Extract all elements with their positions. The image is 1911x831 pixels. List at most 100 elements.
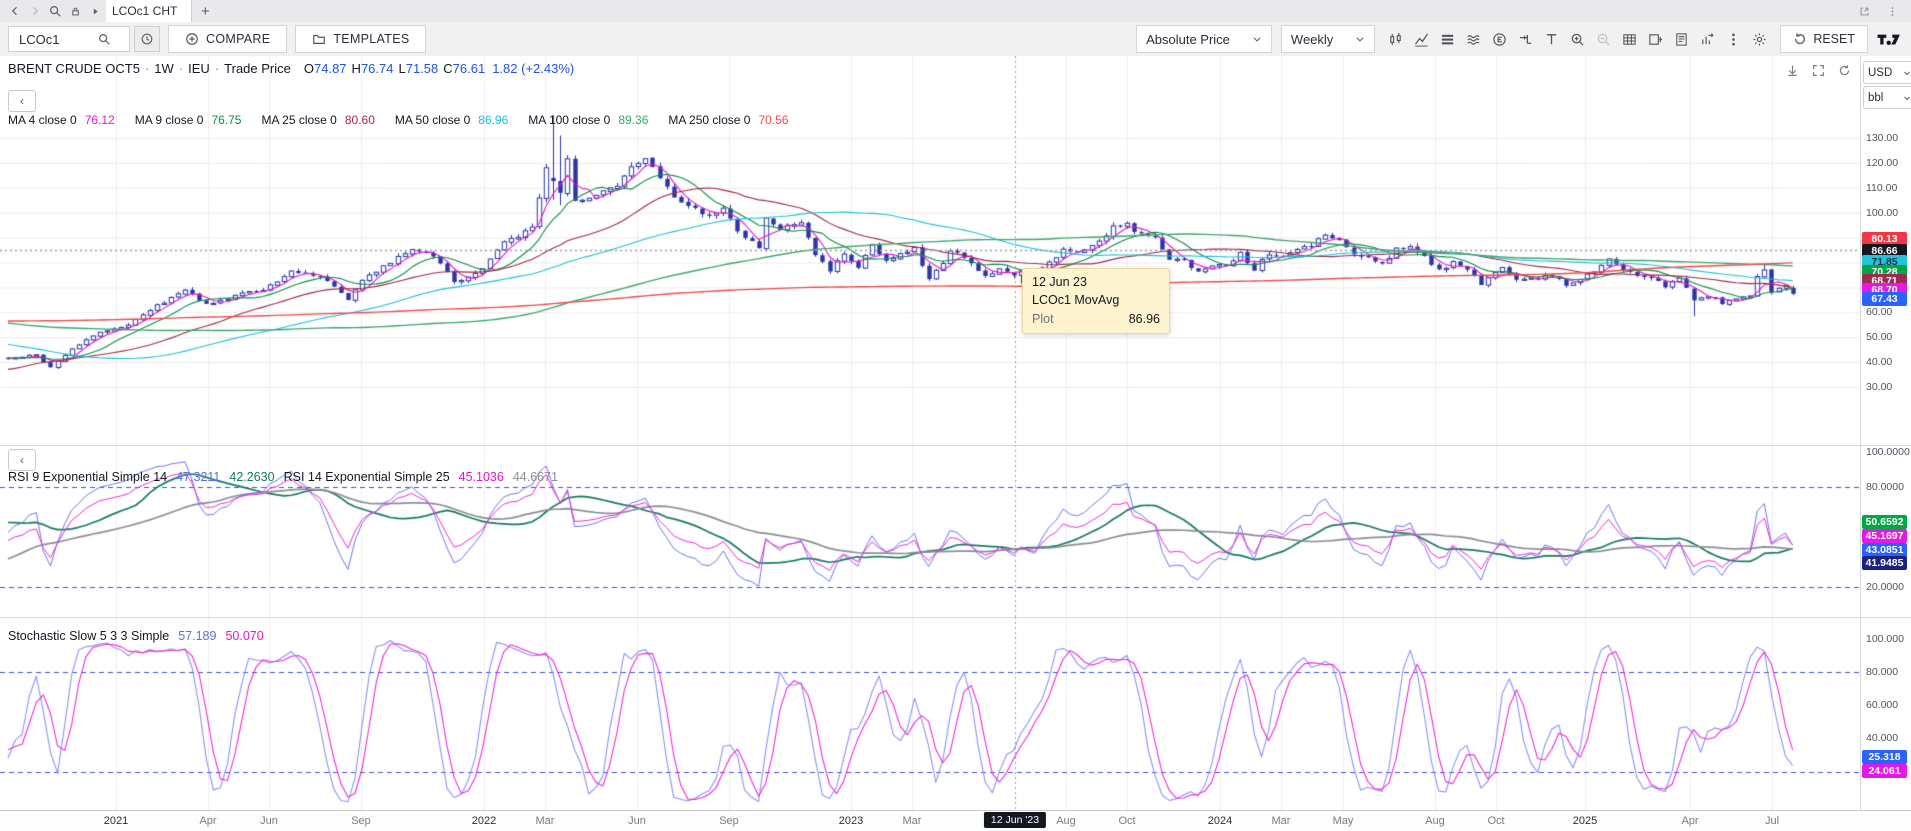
plus-circle-icon [185,32,199,46]
forward-icon[interactable] [26,2,44,20]
reset-icon [1793,32,1807,46]
back-icon[interactable] [6,2,24,20]
collapse-main-legend-button[interactable]: ‹ [8,90,36,112]
compare-label: COMPARE [206,32,270,46]
ma-legend-item[interactable]: MA 100 close 089.36 [528,113,648,127]
templates-button[interactable]: TEMPLATES [295,25,426,53]
axis-label: 60.000 [1866,699,1908,711]
axis-label: 100.0000 [1866,446,1908,458]
more-icon[interactable] [1883,2,1901,20]
collapse-rsi-legend-button[interactable]: ‹ [8,449,36,471]
time-tick-month: Aug [1056,815,1076,827]
ma-value: 76.12 [85,113,115,127]
search-icon[interactable] [46,2,64,20]
compare-layers-icon[interactable] [1436,27,1459,51]
chevron-down-icon [1252,34,1262,44]
time-tick-month: Apr [1681,815,1698,827]
more-options-icon[interactable] [1722,27,1745,51]
ma-legend-item[interactable]: MA 9 close 0 76.75 [135,113,242,127]
axis-label: 120.00 [1866,157,1908,169]
add-panel-icon[interactable] [1644,27,1667,51]
axis-price-badge: 24.061 [1862,764,1907,778]
toolbar-right: Absolute Price Weekly RESET [1136,25,1911,53]
axis-label: 100.00 [1866,207,1908,219]
ma-label: MA 9 close 0 [135,113,204,127]
symbol-search-box[interactable] [8,26,130,52]
time-tick-year: 2024 [1208,815,1232,827]
axis-label: 80.0000 [1866,481,1908,493]
refresh-icon[interactable] [1834,60,1854,80]
ma-legend-item[interactable]: MA 4 close 0 76.12 [8,113,115,127]
indicator-legend-part: 44.6671 [513,470,558,484]
legend-field: Trade Price [224,61,291,76]
maximize-icon[interactable] [1808,60,1828,80]
lock-icon[interactable] [66,2,84,20]
ma-legend-item[interactable]: MA 250 close 070.56 [668,113,788,127]
price-mode-select[interactable]: Absolute Price [1136,25,1272,53]
compare-button[interactable]: COMPARE [168,25,287,53]
toolbar-left: COMPARE TEMPLATES [0,25,426,53]
time-tick-month: Aug [1425,815,1445,827]
quantity-unit-value: bbl [1868,92,1883,104]
ma-label: MA 100 close 0 [528,113,610,127]
indicators-icon[interactable] [1410,27,1433,51]
zoom-in-icon[interactable] [1566,27,1589,51]
scroll-to-latest-icon[interactable] [1782,60,1802,80]
time-axis[interactable]: 2021AprJunSep2022MarJunSep2023MarAugOct2… [0,810,1911,831]
chart-type-candles-icon[interactable] [1384,27,1407,51]
indicator-legend-part: 45.1036 [459,470,504,484]
reset-button[interactable]: RESET [1780,25,1868,53]
tradingview-logo [1877,32,1905,46]
news-icon[interactable] [1670,27,1693,51]
ma-value: 76.75 [211,113,241,127]
symbol-legend: BRENT CRUDE OCT5 · 1W · IEU · Trade Pric… [8,61,574,76]
chart-toolbar: COMPARE TEMPLATES Absolute Price Weekly … [0,22,1911,57]
interval-select[interactable]: Weekly [1281,25,1375,53]
quantity-unit-select[interactable]: bbl [1863,86,1911,109]
new-tab-button[interactable]: + [192,0,218,22]
currency-unit-select[interactable]: USD [1863,61,1911,84]
text-annotation-icon[interactable] [1540,27,1563,51]
axis-label: 20.0000 [1866,581,1908,593]
tooltip-plot-value: 86.96 [1129,312,1160,326]
caret-right-icon[interactable] [86,2,104,20]
crosshair-tooltip: 12 Jun 23 LCOc1 MovAvg Plot 86.96 [1022,268,1170,334]
table-view-icon[interactable] [1618,27,1641,51]
panel-separator[interactable] [0,617,1911,618]
time-tick-month: Jun [260,815,278,827]
ma-legend-item[interactable]: MA 25 close 080.60 [261,113,374,127]
tab-lcoc1-cht[interactable]: LCOc1 CHT [106,0,192,22]
indicator-legend-part: 50.070 [225,629,263,643]
time-tick-year: 2021 [104,815,128,827]
indicator-legend-part: RSI 14 Exponential Simple 25 [284,470,450,484]
symbol-title[interactable]: BRENT CRUDE OCT5 [8,61,140,76]
settings-icon[interactable] [1748,27,1771,51]
ma-value: 70.56 [758,113,788,127]
export-chart-icon[interactable] [1696,27,1719,51]
axis-separator [1860,56,1861,831]
time-tick-month: Mar [903,815,922,827]
history-clock-button[interactable] [134,26,160,52]
ohlc-close: C76.61 [443,61,485,76]
stoch-panel-canvas[interactable] [0,617,1860,810]
price-axis[interactable]: USD bbl 130.00120.00110.00100.0060.0050.… [1861,56,1911,831]
panel-separator[interactable] [0,445,1911,446]
symbol-input[interactable] [17,31,97,48]
popout-icon[interactable] [1855,2,1873,20]
price-mode-value: Absolute Price [1146,32,1230,47]
chart-quick-actions [1782,60,1854,80]
overlays-waves-icon[interactable] [1462,27,1485,51]
zoom-out-icon[interactable] [1592,27,1615,51]
chart-area: BRENT CRUDE OCT5 · 1W · IEU · Trade Pric… [0,56,1911,831]
ma-legend-item[interactable]: MA 50 close 086.96 [395,113,508,127]
events-icon[interactable] [1488,27,1511,51]
legend-interval[interactable]: 1W [154,61,174,76]
measure-icon[interactable] [1514,27,1537,51]
axis-price-badge: 43.0851 [1862,543,1907,557]
templates-label: TEMPLATES [333,32,409,46]
axis-label: 50.00 [1866,331,1908,343]
chevron-down-icon [1355,34,1365,44]
ma-label: MA 4 close 0 [8,113,77,127]
axis-price-badge: 45.1697 [1862,529,1907,543]
chevron-down-icon [1903,69,1911,77]
